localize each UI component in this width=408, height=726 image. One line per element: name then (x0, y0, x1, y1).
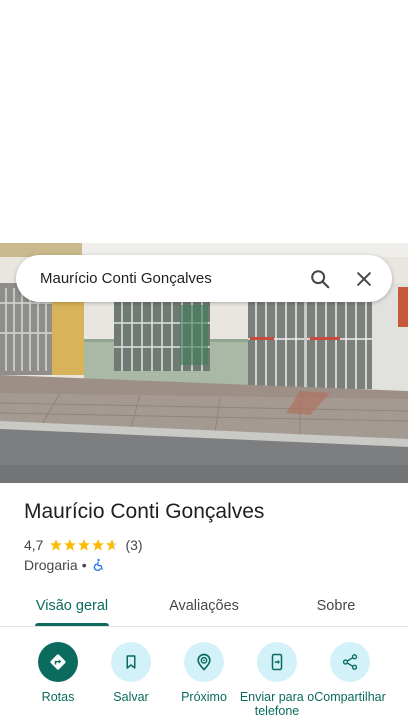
send-to-phone-icon (271, 653, 283, 671)
nearby-icon (197, 653, 211, 671)
share-button-circle[interactable] (330, 642, 370, 682)
close-icon (357, 271, 371, 286)
directions-button-circle[interactable] (38, 642, 78, 682)
nearby-button-circle[interactable] (184, 642, 224, 682)
action-bar: Rotas Salvar Próximo Enviar para o telef… (0, 642, 408, 726)
rating-row[interactable]: 4,7 (3) (24, 536, 143, 554)
active-tab-indicator (35, 623, 109, 626)
bookmark-icon (126, 655, 136, 669)
share-icon (342, 654, 358, 670)
share-button[interactable]: Compartilhar (310, 642, 390, 704)
tab-reviews[interactable]: Avaliações (160, 585, 248, 627)
share-label: Compartilhar (314, 690, 386, 704)
tab-overview[interactable]: Visão geral (28, 585, 116, 627)
nearby-button[interactable]: Próximo (164, 642, 244, 704)
nearby-label: Próximo (181, 690, 227, 704)
save-button[interactable]: Salvar (91, 642, 171, 704)
review-count: (3) (125, 537, 143, 553)
search-bar[interactable]: Maurício Conti Gonçalves (16, 255, 392, 302)
clear-search-button[interactable] (342, 257, 386, 301)
separator-dot: • (81, 557, 87, 573)
place-tabs: Visão geral Avaliações Sobre (0, 585, 408, 627)
star-icon (92, 539, 105, 551)
save-button-circle[interactable] (111, 642, 151, 682)
directions-label: Rotas (41, 690, 75, 704)
place-title: Maurício Conti Gonçalves (24, 500, 265, 523)
search-button[interactable] (298, 257, 342, 301)
send-to-phone-button-circle[interactable] (257, 642, 297, 682)
send-to-phone-button[interactable]: Enviar para o telefone (237, 642, 317, 718)
tab-about[interactable]: Sobre (300, 585, 372, 627)
wheelchair-icon (93, 558, 103, 571)
directions-icon (50, 654, 66, 670)
star-icon (50, 539, 63, 551)
star-half-icon (106, 539, 119, 551)
rating-value: 4,7 (24, 537, 44, 553)
rating-stars (49, 538, 119, 552)
send-to-phone-label: Enviar para o telefone (239, 690, 315, 718)
blank-top-area (0, 0, 408, 243)
search-input[interactable]: Maurício Conti Gonçalves (16, 270, 298, 287)
save-label: Salvar (113, 690, 149, 704)
search-icon (311, 269, 330, 288)
directions-button[interactable]: Rotas (18, 642, 98, 704)
star-icon (64, 539, 77, 551)
star-icon (78, 539, 91, 551)
place-category: Drogaria (24, 557, 78, 573)
category-row: Drogaria • (24, 556, 105, 574)
